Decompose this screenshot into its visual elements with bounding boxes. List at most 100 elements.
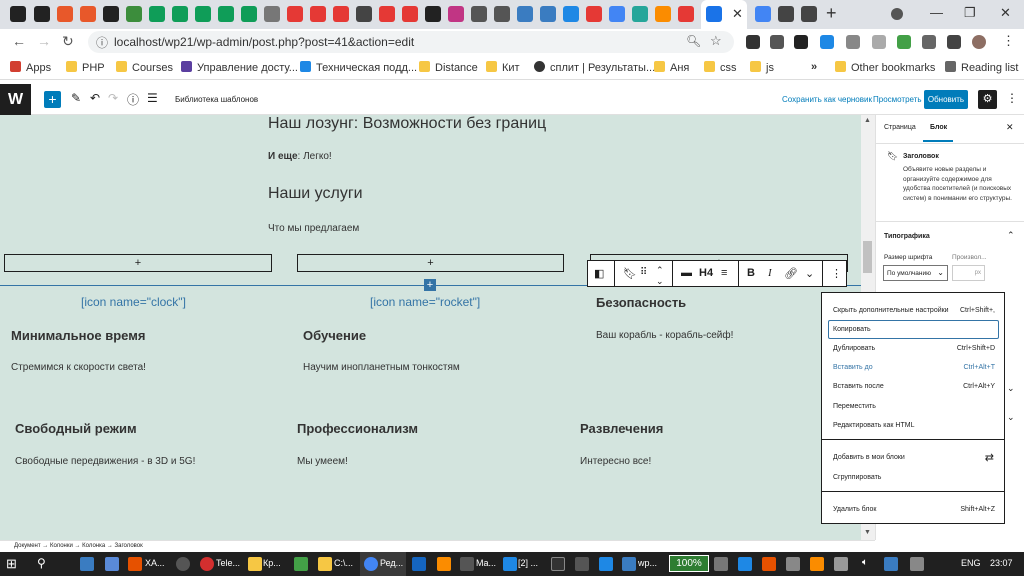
extension-icon[interactable]	[746, 35, 760, 49]
extension-icon[interactable]	[794, 35, 808, 49]
slogan-heading[interactable]: Наш лозунг: Возможности без границ	[268, 115, 546, 133]
volume-icon[interactable]: 🔈︎	[862, 557, 868, 568]
tab-favicon-icon[interactable]	[655, 6, 671, 22]
tab-favicon-icon[interactable]	[778, 6, 794, 22]
more-options-icon[interactable]: ⋮	[1006, 91, 1018, 105]
security-heading[interactable]: Безопасность	[596, 295, 686, 310]
taskbar-app-label[interactable]: Кр...	[263, 558, 281, 568]
taskbar-app-icon[interactable]	[460, 557, 474, 571]
battery-indicator[interactable]: 100%	[669, 555, 709, 572]
address-bar[interactable]: ⓘ localhost/wp21/wp-admin/post.php?post=…	[88, 31, 734, 53]
add-block-button[interactable]: +	[44, 91, 61, 108]
taskbar-app-icon[interactable]	[622, 557, 636, 571]
extension-icon[interactable]	[872, 35, 886, 49]
extension-icon[interactable]	[770, 35, 784, 49]
typography-panel-title[interactable]: Типографика	[884, 233, 930, 240]
taskbar-app-icon[interactable]	[599, 557, 613, 571]
column-heading[interactable]: Обучение	[303, 328, 366, 343]
bookmark-folder[interactable]: Courses	[116, 61, 173, 74]
tab-favicon-icon[interactable]	[801, 6, 817, 22]
taskbar-app-icon[interactable]	[80, 557, 94, 571]
new-tab-icon[interactable]: +	[826, 3, 837, 24]
bookmarks-overflow-button[interactable]: »	[811, 61, 817, 73]
collapse-panel-icon[interactable]: ⌃	[1007, 230, 1015, 241]
menu-item-insert-after[interactable]: Вставить после	[833, 383, 884, 390]
drag-handle-icon[interactable]: ⠿	[640, 267, 647, 278]
tab-favicon-icon[interactable]	[517, 6, 533, 22]
column-heading[interactable]: Свободный режим	[15, 421, 137, 436]
close-sidebar-icon[interactable]: ✕	[1006, 122, 1014, 133]
url-text[interactable]: localhost/wp21/wp-admin/post.php?post=41…	[114, 35, 414, 49]
tab-favicon-icon[interactable]	[563, 6, 579, 22]
back-icon[interactable]: ←	[12, 33, 26, 49]
tab-favicon-icon[interactable]	[57, 6, 73, 22]
column-text[interactable]: Стремимся к скорости света!	[11, 362, 146, 373]
tab-favicon-icon[interactable]	[103, 6, 119, 22]
taskbar-app-icon[interactable]	[437, 557, 451, 571]
editor-canvas[interactable]: Наш лозунг: Возможности без границ И еще…	[0, 115, 861, 540]
menu-item-insert-before[interactable]: Вставить до	[833, 364, 873, 371]
preview-button[interactable]: Просмотреть	[873, 95, 922, 104]
column-heading[interactable]: Профессионализм	[297, 421, 418, 436]
column-text[interactable]: Свободные передвижения - в 3D и 5G!	[15, 456, 195, 467]
tab-favicon-icon[interactable]	[10, 6, 26, 22]
move-up-down-icon[interactable]: ⌃ ⌄	[656, 265, 664, 287]
extension-icon[interactable]	[897, 35, 911, 49]
scroll-down-icon[interactable]: ▼	[864, 529, 871, 536]
tab-favicon-icon[interactable]	[586, 6, 602, 22]
bookmark-item[interactable]: сплит | Результаты...	[534, 61, 655, 74]
taskbar-app-label[interactable]: Ma...	[476, 558, 496, 568]
tab-favicon-icon[interactable]	[333, 6, 349, 22]
also-paragraph[interactable]: И еще: Легко!	[268, 151, 332, 162]
list-view-icon[interactable]: ☰	[147, 91, 158, 105]
zoom-icon[interactable]: 🔍︎	[686, 34, 701, 48]
bold-button[interactable]: B	[747, 267, 755, 279]
windows-start-icon[interactable]: ⊞	[6, 556, 17, 572]
tab-favicon-icon[interactable]	[425, 6, 441, 22]
menu-item-edit-html[interactable]: Редактировать как HTML	[833, 422, 914, 429]
taskbar-app-label[interactable]: C:\...	[334, 558, 353, 568]
heading-block-icon[interactable]: 🔖︎	[623, 267, 637, 280]
tray-icon[interactable]	[834, 557, 848, 571]
tray-icon[interactable]	[910, 557, 924, 571]
tray-icon[interactable]	[738, 557, 752, 571]
maximize-icon[interactable]: ❐	[964, 5, 976, 21]
menu-item-add-reusable[interactable]: Добавить в мои блоки	[833, 454, 905, 461]
text-align-icon[interactable]: ≡	[721, 267, 727, 279]
services-subheading[interactable]: Что мы предлагаем	[268, 223, 359, 234]
block-options-icon[interactable]: ⋮	[831, 267, 842, 280]
tab-favicon-icon[interactable]	[149, 6, 165, 22]
taskbar-app-label[interactable]: [2] ...	[518, 558, 538, 568]
menu-item-hide-settings[interactable]: Скрыть дополнительные настройки	[833, 307, 949, 314]
inline-inserter-icon[interactable]: +	[424, 279, 436, 291]
custom-size-input[interactable]: px	[952, 265, 985, 281]
menu-item-group[interactable]: Сгруппировать	[833, 474, 881, 481]
input-language[interactable]: ENG	[961, 558, 981, 568]
more-rich-text-icon[interactable]: ⌄	[805, 267, 814, 280]
column-text[interactable]: Научим инопланетным тонкостям	[303, 362, 460, 373]
tab-favicon-icon[interactable]	[632, 6, 648, 22]
close-window-icon[interactable]: ✕	[1000, 5, 1011, 21]
tab-search-icon[interactable]	[891, 8, 903, 20]
bookmark-star-icon[interactable]: ☆	[710, 33, 722, 49]
update-button[interactable]: Обновить	[924, 90, 968, 109]
forward-icon[interactable]: →	[37, 33, 51, 49]
redo-icon[interactable]: ↷	[108, 91, 118, 105]
bookmark-folder[interactable]: js	[750, 61, 774, 74]
services-heading[interactable]: Наши услуги	[268, 185, 363, 203]
font-size-select[interactable]: По умолчанию ⌄	[883, 265, 948, 281]
column-appender-button[interactable]: +	[4, 254, 272, 272]
tab-favicon-icon[interactable]	[126, 6, 142, 22]
expand-panel-icon[interactable]: ⌄	[1007, 383, 1015, 394]
tab-favicon-icon[interactable]	[448, 6, 464, 22]
taskbar-app-icon[interactable]	[248, 557, 262, 571]
clock[interactable]: 23:07	[990, 558, 1013, 568]
menu-item-move[interactable]: Переместить	[833, 403, 876, 410]
taskbar-app-icon[interactable]	[176, 557, 190, 571]
reload-icon[interactable]: ↻	[62, 33, 74, 50]
tab-favicon-icon[interactable]	[218, 6, 234, 22]
taskbar-app-icon[interactable]	[318, 557, 332, 571]
taskbar-app-label[interactable]: XA...	[145, 558, 165, 568]
column-appender-button[interactable]: +	[297, 254, 564, 272]
taskbar-app-icon[interactable]	[575, 557, 589, 571]
